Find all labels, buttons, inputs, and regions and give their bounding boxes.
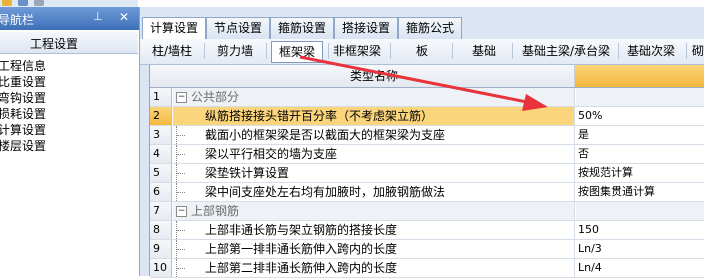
separator — [618, 43, 619, 59]
close-icon[interactable]: ✕ — [119, 10, 129, 24]
subtab-masonry[interactable]: 砌 — [692, 41, 704, 61]
tree-line — [177, 230, 185, 232]
tab-stirrup[interactable]: 箍筋设置 — [270, 17, 334, 39]
subtab-frame-beam[interactable]: 框架梁 — [271, 41, 323, 63]
tool-icon[interactable] — [34, 0, 44, 6]
tree-line — [177, 192, 185, 194]
row-number: 3 — [150, 126, 172, 144]
row-number: 10 — [150, 259, 172, 277]
table-row[interactable]: 3 截面小的框架梁是否以截面大的框架梁为支座 是 — [150, 126, 704, 145]
row-value[interactable]: 150 — [576, 221, 704, 239]
table-row[interactable]: 8 上部非通长筋与架立钢筋的搭接长度 150 — [150, 221, 704, 240]
tree-line — [177, 135, 185, 137]
component-tabs: 柱/墙柱 剪力墙 框架梁 非框架梁 板 基础 基础主梁/承台梁 基础次梁 砌 — [140, 39, 704, 65]
column-header-name: 类型名称 — [174, 65, 575, 87]
row-name: 上部第一排非通长筋伸入跨内的长度 — [173, 240, 575, 258]
row-value[interactable]: 50% — [576, 107, 704, 125]
settings-grid: 类型名称 1 公共部分 − 2 纵筋搭接接头错开百分率（不考虑架立筋） 50% … — [149, 65, 704, 278]
pin-icon[interactable]: ⊥ — [93, 10, 103, 23]
row-number: 2 — [150, 107, 172, 125]
row-name: 上部非通长筋与架立钢筋的搭接长度 — [173, 221, 575, 239]
row-value — [576, 202, 704, 220]
tab-calculation[interactable]: 计算设置 — [142, 17, 206, 40]
row-value[interactable]: 是 — [576, 126, 704, 144]
table-row[interactable]: 7 上部钢筋 − — [150, 202, 704, 221]
row-number: 7 — [150, 202, 172, 220]
nav-item-project-info[interactable]: 工程信息 — [0, 57, 46, 74]
separator — [328, 43, 329, 59]
row-value[interactable]: 按规范计算 — [576, 164, 704, 182]
collapse-icon[interactable]: − — [176, 206, 187, 217]
separator — [452, 43, 453, 59]
table-row[interactable]: 9 上部第一排非通长筋伸入跨内的长度 Ln/3 — [150, 240, 704, 259]
row-value[interactable]: 按图集贯通计算 — [576, 183, 704, 201]
tree-line — [177, 173, 185, 175]
separator — [266, 43, 267, 59]
nav-item-hook[interactable]: 弯钩设置 — [0, 89, 46, 106]
separator — [686, 43, 687, 59]
settings-area: 计算设置 节点设置 箍筋设置 搭接设置 箍筋公式 柱/墙柱 剪力墙 框架梁 非框… — [140, 7, 704, 278]
row-number: 8 — [150, 221, 172, 239]
table-row[interactable]: 10 上部第二排非通长筋伸入跨内的长度 Ln/4 — [150, 259, 704, 278]
tab-node[interactable]: 节点设置 — [206, 17, 270, 39]
row-number: 9 — [150, 240, 172, 258]
row-value[interactable]: Ln/3 — [576, 240, 704, 258]
nav-item-density[interactable]: 比重设置 — [0, 73, 46, 90]
row-name: 梁垫铁计算设置 — [173, 164, 575, 182]
separator — [512, 43, 513, 59]
nav-item-floor[interactable]: 楼层设置 — [0, 137, 46, 154]
tab-stirrup-formula[interactable]: 箍筋公式 — [398, 17, 462, 39]
navigation-panel: 导航栏 ⊥ ✕ 工程设置 工程信息 比重设置 弯钩设置 损耗设置 计算设置 楼层… — [0, 7, 140, 276]
table-row[interactable]: 5 梁垫铁计算设置 按规范计算 — [150, 164, 704, 183]
separator — [390, 43, 391, 59]
tree-line — [177, 249, 185, 251]
table-row[interactable]: 1 公共部分 − — [150, 88, 704, 107]
row-name: 梁中间支座处左右均有加腋时，加腋钢筋做法 — [173, 183, 575, 201]
row-group-name: 上部钢筋 — [173, 202, 575, 220]
row-name: 上部第二排非通长筋伸入跨内的长度 — [173, 259, 575, 277]
tree-line — [177, 154, 185, 156]
row-number: 4 — [150, 145, 172, 163]
subtab-foundation[interactable]: 基础 — [458, 41, 510, 61]
subtab-foundation-main-beam[interactable]: 基础主梁/承台梁 — [516, 41, 616, 61]
row-number: 6 — [150, 183, 172, 201]
table-row[interactable]: 4 梁以平行相交的墙为支座 否 — [150, 145, 704, 164]
navigation-header: 导航栏 ⊥ ✕ — [0, 7, 139, 30]
nav-item-loss[interactable]: 损耗设置 — [0, 105, 46, 122]
row-number: 1 — [150, 88, 172, 106]
subtab-column-wall[interactable]: 柱/墙柱 — [146, 41, 198, 61]
grid-header: 类型名称 — [150, 65, 704, 88]
row-group-name: 公共部分 — [173, 88, 575, 106]
table-row[interactable]: 2 纵筋搭接接头错开百分率（不考虑架立筋） 50% — [150, 107, 704, 126]
folder-icon[interactable] — [2, 0, 12, 6]
row-name: 梁以平行相交的墙为支座 — [173, 145, 575, 163]
collapse-icon[interactable]: − — [176, 92, 187, 103]
nav-item-calculation[interactable]: 计算设置 — [0, 121, 46, 138]
subtab-shear-wall[interactable]: 剪力墙 — [210, 41, 260, 61]
row-name: 纵筋搭接接头错开百分率（不考虑架立筋） — [173, 107, 575, 125]
tree-line — [177, 268, 185, 270]
row-value[interactable]: 否 — [576, 145, 704, 163]
column-header-value — [575, 65, 704, 87]
row-value[interactable]: Ln/4 — [576, 259, 704, 277]
row-value — [576, 88, 704, 106]
subtab-non-frame-beam[interactable]: 非框架梁 — [332, 41, 382, 61]
row-name: 截面小的框架梁是否以截面大的框架梁为支座 — [173, 126, 575, 144]
separator — [204, 43, 205, 59]
row-number: 5 — [150, 164, 172, 182]
tab-lap[interactable]: 搭接设置 — [334, 17, 398, 39]
subtab-foundation-secondary-beam[interactable]: 基础次梁 — [622, 41, 680, 61]
table-row[interactable]: 6 梁中间支座处左右均有加腋时，加腋钢筋做法 按图集贯通计算 — [150, 183, 704, 202]
navigation-section-label: 工程设置 — [30, 37, 79, 51]
toolbar — [0, 0, 138, 7]
subtab-slab[interactable]: 板 — [396, 41, 448, 61]
save-icon[interactable] — [18, 0, 28, 6]
navigation-section-header[interactable]: 工程设置 — [0, 32, 138, 54]
navigation-title: 导航栏 — [0, 13, 35, 27]
